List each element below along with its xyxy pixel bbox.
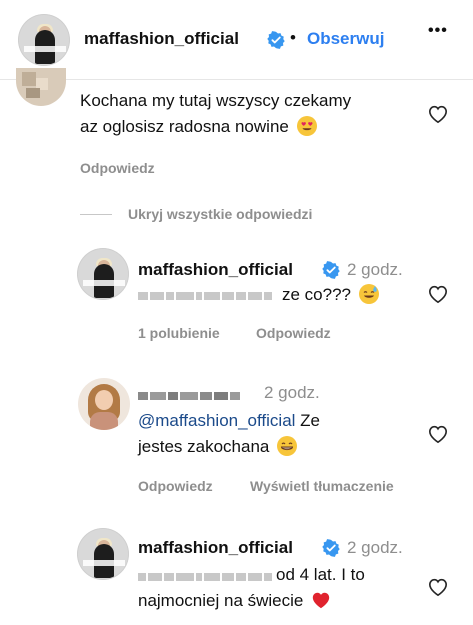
header-separator: •	[290, 28, 296, 47]
more-options-button[interactable]: •••	[428, 22, 448, 40]
redacted-username	[138, 387, 258, 401]
reply-text-body: ze co???	[282, 285, 351, 304]
reply-text-line-2: jestes zakochana	[138, 434, 418, 460]
avatar-ring	[77, 528, 129, 580]
reply-text-line-2: najmocniej na świecie	[138, 588, 428, 614]
verified-badge-icon	[267, 31, 285, 49]
post-header: maffashion_official • Obserwuj •••	[0, 0, 473, 80]
reply-text-line-1: od 4 lat. I to	[138, 562, 428, 588]
avatar[interactable]	[77, 248, 129, 300]
hide-replies-button[interactable]: Ukryj wszystkie odpowiedzi	[128, 206, 312, 222]
avatar-ring	[77, 248, 129, 300]
avatar-pixel	[22, 72, 36, 86]
reply-text-line-1: @maffashion_official Ze	[138, 408, 418, 434]
heart-eyes-emoji-icon	[296, 116, 317, 136]
reply-text: @maffashion_official Ze jestes zakochana	[138, 408, 418, 460]
reply-username[interactable]: maffashion_official	[138, 538, 293, 558]
reply-text-line-1-rest: Ze	[295, 411, 321, 430]
reply-text-line-1-body: od 4 lat. I to	[276, 565, 365, 584]
likes-count[interactable]: 1 polubienie	[138, 325, 220, 341]
sweat-smile-emoji-icon	[358, 284, 379, 304]
comment-line-2: az oglosisz radosna nowine	[80, 114, 420, 140]
verified-badge-icon	[322, 539, 340, 557]
verified-badge-icon	[322, 261, 340, 279]
avatar-ring	[18, 14, 70, 66]
header-username[interactable]: maffashion_official	[84, 29, 239, 49]
comment-line-1: Kochana my tutaj wszyscy czekamy	[80, 91, 352, 110]
comment-text: Kochana my tutaj wszyscy czekamy az oglo…	[80, 88, 420, 140]
like-heart-icon[interactable]	[427, 424, 449, 444]
reply-link[interactable]: Odpowiedz	[256, 325, 331, 341]
like-heart-icon[interactable]	[427, 284, 449, 304]
reply-time: 2 godz.	[347, 260, 403, 279]
reply-time: 2 godz.	[264, 383, 320, 402]
reply-text: ze co???	[282, 282, 379, 308]
mention-link[interactable]: @maffashion_official	[138, 411, 295, 430]
reply-time: 2 godz.	[347, 538, 403, 557]
replies-divider	[80, 214, 112, 215]
redacted-mention	[138, 287, 276, 301]
reply-text-line-2-body: najmocniej na świecie	[138, 591, 304, 610]
avatar-face	[95, 390, 113, 410]
avatar[interactable]	[78, 378, 130, 430]
reply-text-line-2-body: jestes zakochana	[138, 437, 270, 456]
avatar-pixel	[26, 88, 40, 98]
avatar[interactable]	[18, 14, 70, 66]
avatar[interactable]	[77, 528, 129, 580]
comment-line-2-text: az oglosisz radosna nowine	[80, 117, 289, 136]
avatar-body	[90, 412, 118, 430]
reply-link[interactable]: Odpowiedz	[138, 478, 213, 494]
reply-text: od 4 lat. I to najmocniej na świecie	[138, 562, 428, 614]
grin-emoji-icon	[277, 436, 298, 456]
reply-link[interactable]: Odpowiedz	[80, 160, 155, 176]
red-heart-emoji-icon	[312, 592, 330, 609]
like-heart-icon[interactable]	[427, 577, 449, 597]
follow-button[interactable]: Obserwuj	[307, 29, 384, 49]
commenter-avatar[interactable]	[16, 68, 66, 106]
translate-link[interactable]: Wyświetl tłumaczenie	[250, 478, 394, 494]
reply-username[interactable]: maffashion_official	[138, 260, 293, 280]
like-heart-icon[interactable]	[427, 104, 449, 124]
